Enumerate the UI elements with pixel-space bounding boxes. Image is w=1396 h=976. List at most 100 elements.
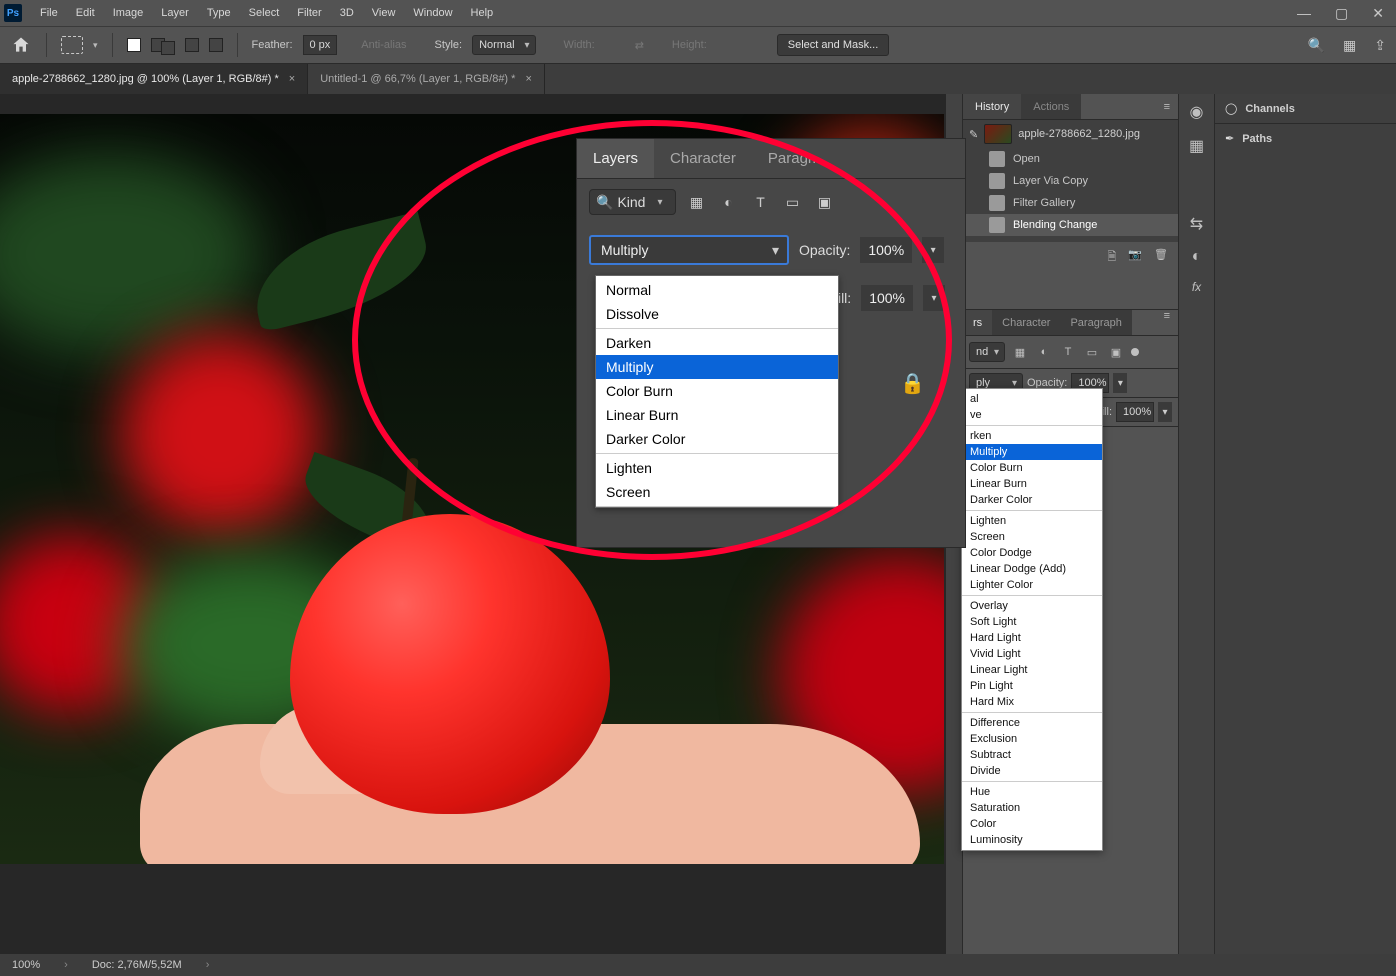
blend-option[interactable]: Hue <box>962 784 1102 800</box>
panel-menu-icon[interactable]: ≡ <box>1156 101 1178 113</box>
menu-help[interactable]: Help <box>471 7 494 19</box>
zoom-blend-option[interactable]: Darken <box>596 331 838 355</box>
blend-option[interactable]: Darker Color <box>962 492 1102 508</box>
snapshot-icon[interactable]: 📷 <box>1128 248 1142 267</box>
history-item-blending-change[interactable]: Blending Change <box>963 214 1178 236</box>
window-maximize-icon[interactable]: ▢ <box>1335 5 1348 22</box>
filter-shape-icon[interactable]: ▭ <box>782 191 804 213</box>
blend-option[interactable]: Divide <box>962 763 1102 779</box>
window-minimize-icon[interactable]: — <box>1297 5 1311 22</box>
blend-option[interactable]: Linear Burn <box>962 476 1102 492</box>
filter-type-icon[interactable]: T <box>750 191 772 213</box>
chevron-right-icon[interactable]: › <box>206 959 210 971</box>
character-tab[interactable]: Character <box>992 310 1060 335</box>
blend-option[interactable]: Color <box>962 816 1102 832</box>
blend-option[interactable]: Lighter Color <box>962 577 1102 593</box>
layers-tab[interactable]: rs <box>963 310 992 335</box>
filter-pixel-icon[interactable]: ▦ <box>686 191 708 213</box>
zoom-tab-character[interactable]: Character <box>654 139 752 178</box>
selection-mode-intersect[interactable] <box>209 38 223 52</box>
zoom-opacity-caret[interactable]: ▾ <box>922 237 944 263</box>
blend-option[interactable]: Color Dodge <box>962 545 1102 561</box>
paths-label[interactable]: Paths <box>1242 133 1272 145</box>
zoom-blend-mode-select[interactable]: Multiply <box>589 235 789 265</box>
paragraph-tab[interactable]: Paragraph <box>1060 310 1131 335</box>
marquee-tool-icon[interactable] <box>61 36 83 54</box>
fill-dropdown-icon[interactable]: ▾ <box>1158 402 1172 422</box>
filter-adjustment-icon[interactable]: ◐ <box>1035 344 1053 360</box>
selection-mode-subtract[interactable] <box>185 38 199 52</box>
filter-type-icon[interactable]: T <box>1059 344 1077 360</box>
document-tab-inactive[interactable]: Untitled-1 @ 66,7% (Layer 1, RGB/8#) * × <box>308 64 545 94</box>
zoom-lock-icon[interactable]: 🔒 <box>900 371 925 396</box>
blend-option[interactable]: Soft Light <box>962 614 1102 630</box>
blend-option[interactable]: Overlay <box>962 598 1102 614</box>
blend-option[interactable]: Linear Dodge (Add) <box>962 561 1102 577</box>
search-icon[interactable]: 🔍 <box>1308 37 1325 54</box>
menu-layer[interactable]: Layer <box>161 7 189 19</box>
zoom-blend-option[interactable]: Linear Burn <box>596 403 838 427</box>
zoom-blend-option[interactable]: Screen <box>596 480 838 504</box>
zoom-blend-option-multiply[interactable]: Multiply <box>596 355 838 379</box>
zoom-tab-layers[interactable]: Layers <box>577 139 654 178</box>
document-tab-active[interactable]: apple-2788662_1280.jpg @ 100% (Layer 1, … <box>0 64 308 94</box>
arrange-icon[interactable]: ▦ <box>1343 37 1356 54</box>
menu-3d[interactable]: 3D <box>340 7 354 19</box>
blend-option[interactable]: Hard Light <box>962 630 1102 646</box>
blend-option[interactable]: Lighten <box>962 513 1102 529</box>
chevron-right-icon[interactable]: › <box>64 959 68 971</box>
history-item-open[interactable]: Open <box>963 148 1178 170</box>
menu-window[interactable]: Window <box>413 7 452 19</box>
adjustments-icon[interactable]: ⇆ <box>1190 214 1203 234</box>
history-item-filter-gallery[interactable]: Filter Gallery <box>963 192 1178 214</box>
blend-option[interactable]: Exclusion <box>962 731 1102 747</box>
filter-smart-icon[interactable]: ▣ <box>1107 344 1125 360</box>
selection-mode-add[interactable] <box>151 35 175 55</box>
window-close-icon[interactable]: ✕ <box>1372 5 1384 22</box>
blend-option[interactable]: Linear Light <box>962 662 1102 678</box>
zoom-fill-input[interactable]: 100% <box>861 285 913 311</box>
history-item-layer-via-copy[interactable]: Layer Via Copy <box>963 170 1178 192</box>
filter-adjustment-icon[interactable]: ◐ <box>718 191 740 213</box>
select-and-mask-button[interactable]: Select and Mask... <box>777 34 890 56</box>
trash-icon[interactable]: 🗑 <box>1154 248 1168 267</box>
layer-filter-kind[interactable]: nd <box>969 342 1005 362</box>
blend-option[interactable]: Color Burn <box>962 460 1102 476</box>
menu-image[interactable]: Image <box>113 7 144 19</box>
zoom-blend-option[interactable]: Normal <box>596 278 838 302</box>
zoom-blend-option[interactable]: Lighten <box>596 456 838 480</box>
close-tab-icon[interactable]: × <box>289 73 295 85</box>
blend-mode-dropdown[interactable]: al ve rken Multiply Color Burn Linear Bu… <box>961 388 1103 851</box>
channels-icon[interactable]: ◯ <box>1225 102 1237 115</box>
zoom-kind-filter[interactable]: 🔍 Kind ▾ <box>589 189 676 215</box>
filter-pixel-icon[interactable]: ▦ <box>1011 344 1029 360</box>
zoom-blend-option[interactable]: Color Burn <box>596 379 838 403</box>
create-document-icon[interactable]: 🗎 <box>1107 248 1116 267</box>
blend-option-multiply[interactable]: Multiply <box>962 444 1102 460</box>
panel-menu-icon[interactable]: ≡ <box>1156 310 1178 335</box>
swatches-icon[interactable]: ◉ <box>1190 102 1204 122</box>
grid-icon[interactable]: ▦ <box>1189 136 1204 156</box>
filter-smart-icon[interactable]: ▣ <box>814 191 836 213</box>
blend-option[interactable]: Saturation <box>962 800 1102 816</box>
fx-icon[interactable]: fx <box>1192 280 1201 294</box>
channels-label[interactable]: Channels <box>1245 103 1295 115</box>
fill-input[interactable]: 100% <box>1116 402 1154 422</box>
selection-mode-new[interactable] <box>127 38 141 52</box>
menu-file[interactable]: File <box>40 7 58 19</box>
home-icon[interactable] <box>10 35 32 55</box>
menu-type[interactable]: Type <box>207 7 231 19</box>
blend-option[interactable]: Screen <box>962 529 1102 545</box>
filter-shape-icon[interactable]: ▭ <box>1083 344 1101 360</box>
share-icon[interactable]: ⇪ <box>1374 37 1386 54</box>
style-select[interactable]: Normal <box>472 35 535 55</box>
blend-option[interactable]: al <box>962 391 1102 407</box>
blend-option[interactable]: ve <box>962 407 1102 423</box>
menu-filter[interactable]: Filter <box>297 7 321 19</box>
menu-edit[interactable]: Edit <box>76 7 95 19</box>
zoom-opacity-input[interactable]: 100% <box>860 237 912 263</box>
paths-icon[interactable]: ✒ <box>1225 132 1234 145</box>
blend-option[interactable]: Difference <box>962 715 1102 731</box>
blend-option[interactable]: Subtract <box>962 747 1102 763</box>
menu-view[interactable]: View <box>372 7 396 19</box>
